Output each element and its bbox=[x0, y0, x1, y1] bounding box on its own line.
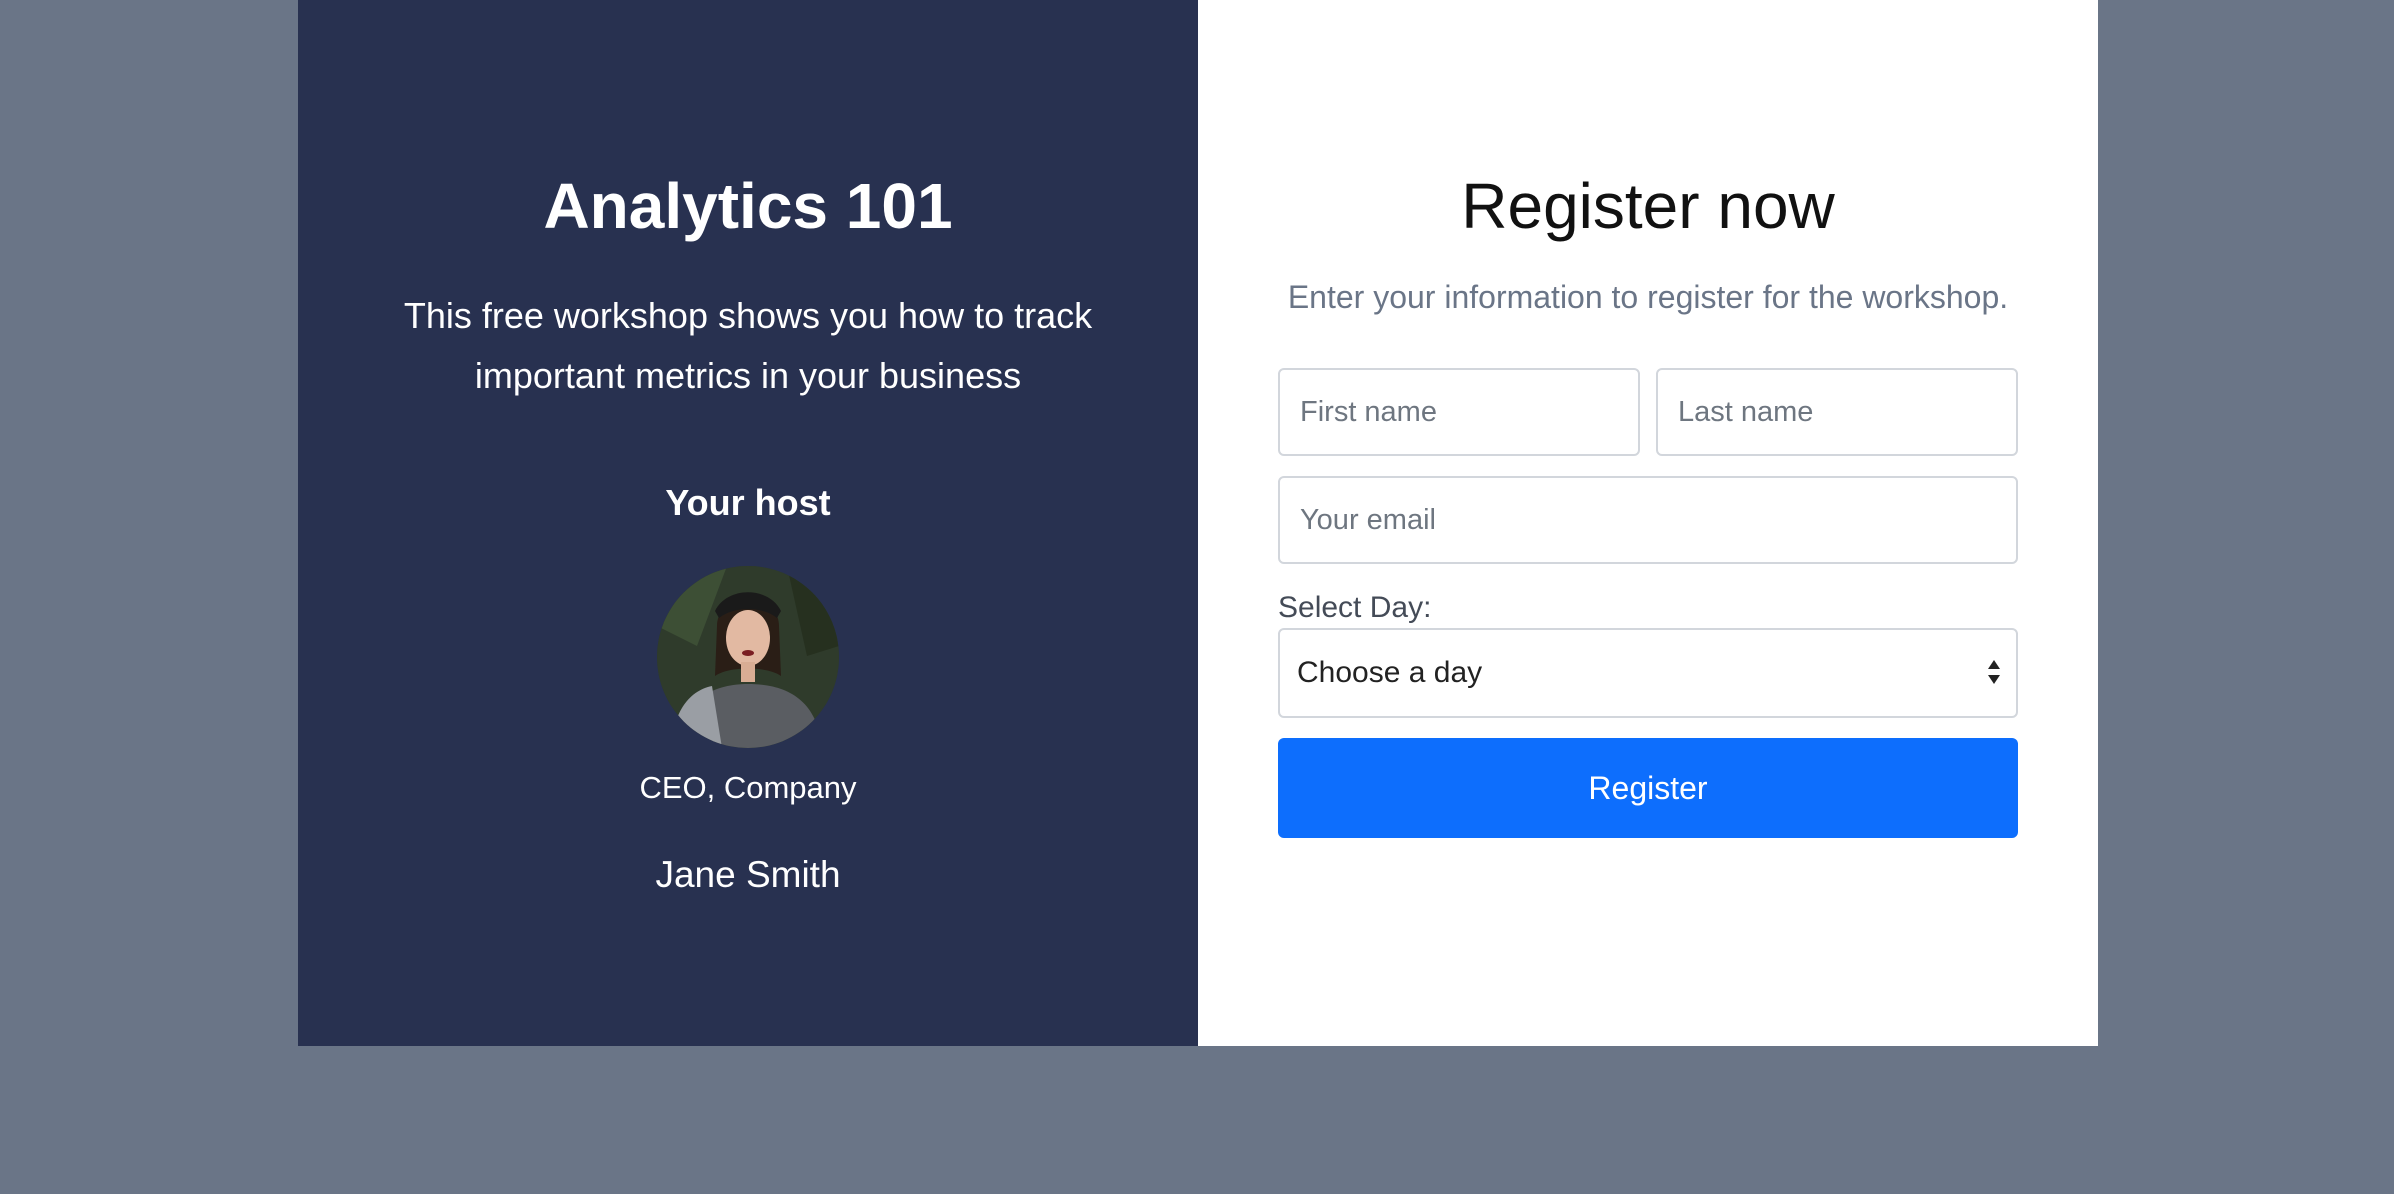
select-day-label: Select Day: bbox=[1278, 591, 1432, 624]
registration-card: Analytics 101 This free workshop shows y… bbox=[298, 0, 2098, 1046]
host-role: CEO, Company bbox=[639, 770, 857, 805]
email-input[interactable] bbox=[1278, 476, 2018, 564]
workshop-description: This free workshop shows you how to trac… bbox=[403, 295, 1093, 396]
day-select[interactable]: Choose a day bbox=[1278, 628, 2018, 718]
workshop-info-panel: Analytics 101 This free workshop shows y… bbox=[298, 0, 1198, 1046]
register-button[interactable]: Register bbox=[1278, 738, 2018, 838]
host-portrait-image bbox=[657, 566, 839, 748]
last-name-input[interactable] bbox=[1656, 368, 2018, 456]
select-arrows-icon bbox=[1988, 660, 2000, 684]
workshop-title: Analytics 101 bbox=[543, 170, 953, 242]
host-avatar bbox=[657, 566, 839, 748]
registration-form-panel: Register now Enter your information to r… bbox=[1198, 0, 2098, 1046]
day-select-value: Choose a day bbox=[1297, 656, 1483, 689]
host-heading: Your host bbox=[665, 482, 831, 523]
host-name: Jane Smith bbox=[655, 854, 841, 895]
form-subtitle: Enter your information to register for t… bbox=[1287, 279, 2009, 315]
first-name-input[interactable] bbox=[1278, 368, 1640, 456]
form-title: Register now bbox=[1461, 170, 1835, 242]
